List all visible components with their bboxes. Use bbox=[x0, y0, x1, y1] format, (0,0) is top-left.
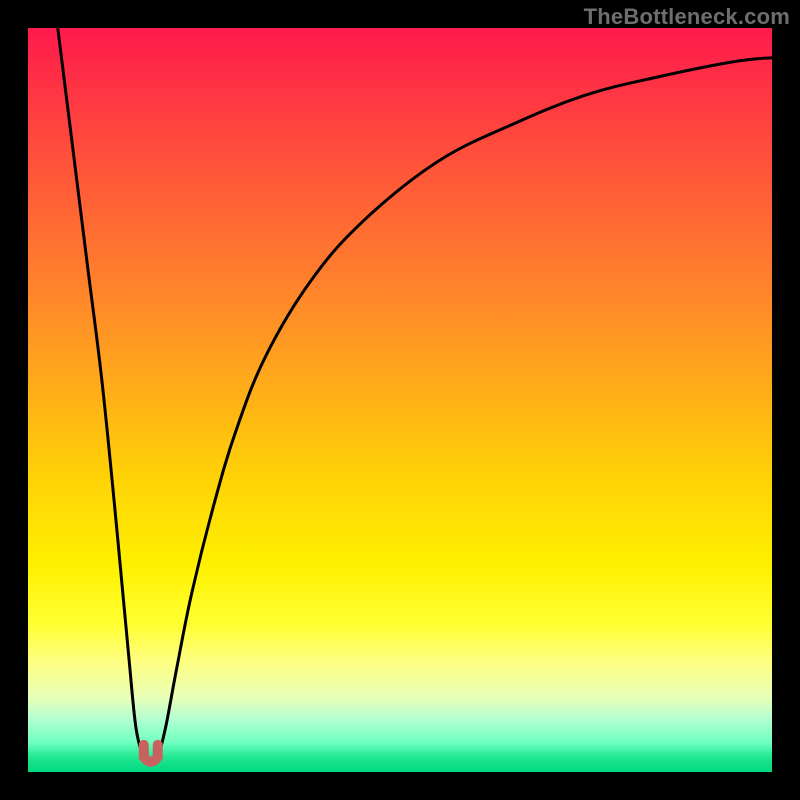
plot-area bbox=[28, 28, 772, 772]
watermark-text: TheBottleneck.com bbox=[584, 4, 790, 30]
chart-frame: TheBottleneck.com bbox=[0, 0, 800, 800]
curve-left bbox=[58, 28, 144, 757]
curve-right bbox=[158, 58, 772, 757]
curve-layer bbox=[28, 28, 772, 772]
minimum-marker bbox=[144, 745, 158, 762]
